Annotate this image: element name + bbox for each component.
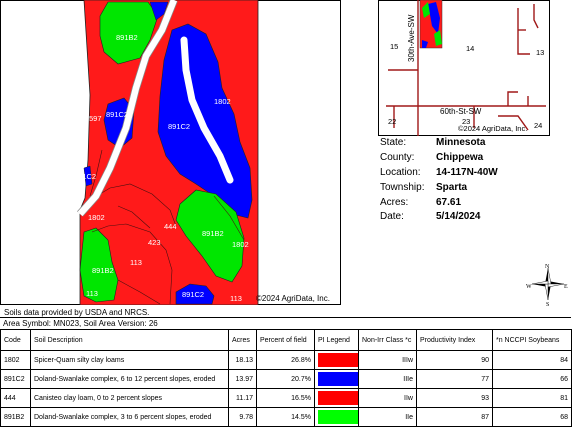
cell-class: IIw [358, 388, 417, 408]
cell-description: Doland-Swanlake complex, 3 to 6 percent … [30, 407, 229, 427]
road-label-30th-ave: 30th-Ave-SW [407, 14, 416, 62]
township-value: Sparta [436, 182, 468, 193]
legend-swatch [318, 372, 358, 386]
cell-class: IIIw [358, 350, 417, 370]
legend-swatch [318, 353, 358, 367]
compass-e: E [564, 284, 568, 290]
county-label: County: [380, 152, 415, 163]
cell-pi: 93 [416, 388, 493, 408]
col-header-code: Code [0, 329, 31, 351]
soil-unit-label: 1802 [88, 213, 105, 222]
table-header-row: Code Soil Description Acres Percent of f… [0, 329, 572, 351]
cell-legend [314, 369, 359, 389]
compass-n: N [545, 264, 550, 270]
cell-class: IIIe [358, 369, 417, 389]
state-value: Minnesota [436, 137, 486, 148]
soil-map[interactable]: 891B2 597 891C2 891C2 1802 891C2 1802 444423 891… [0, 0, 372, 305]
date-value: 5/14/2024 [436, 211, 481, 222]
acres-label: Acres: [380, 197, 409, 208]
north-arrow-compass: N S E W [526, 264, 568, 306]
state-label: State: [380, 137, 407, 148]
legend-swatch [318, 391, 358, 405]
cell-nccpi: 81 [492, 388, 572, 408]
compass-s: S [546, 302, 549, 306]
soil-unit-label: 1802 [214, 97, 231, 106]
soil-unit-label: 444 [164, 222, 177, 231]
cell-pi: 87 [416, 407, 493, 427]
cell-code: 891B2 [0, 407, 31, 427]
legend-swatch [318, 410, 358, 424]
table-row: 891C2 Doland-Swanlake complex, 6 to 12 pe… [0, 369, 572, 389]
cell-acres: 9.78 [228, 407, 257, 427]
compass-w: W [526, 284, 532, 290]
col-header-legend: PI Legend [314, 329, 359, 351]
cell-code: 891C2 [0, 369, 31, 389]
cell-pi: 90 [416, 350, 493, 370]
section-24: 24 [534, 121, 542, 130]
section-14: 14 [466, 44, 474, 53]
cell-description: Canisteo clay loam, 0 to 2 percent slope… [30, 388, 229, 408]
cell-nccpi: 84 [492, 350, 572, 370]
soil-unit-label: 113 [130, 258, 142, 267]
divider [0, 317, 571, 318]
cell-legend [314, 350, 359, 370]
acres-value: 67.61 [436, 197, 462, 208]
soil-unit-label: 1802 [232, 240, 249, 249]
table-row: 1802 Spicer-Quam silty clay loams 18.13 26.… [0, 350, 572, 370]
cell-description: Doland-Swanlake complex, 6 to 12 percent… [30, 369, 229, 389]
map-copyright: ©2024 AgriData, Inc. [256, 294, 330, 303]
cell-legend [314, 388, 359, 408]
section-22: 22 [388, 117, 396, 126]
table-row: 444 Canisteo clay loam, 0 to 2 percent sl… [0, 388, 572, 408]
soil-unit-label: 113 [230, 294, 242, 303]
soil-unit-label: 597 [89, 114, 102, 123]
soil-table: Code Soil Description Acres Percent of f… [0, 329, 572, 427]
source-note: Soils data provided by USDA and NRCS. [4, 308, 150, 317]
location-value: 14-117N-40W [436, 167, 498, 178]
soil-unit-label: 423 [148, 238, 161, 247]
cell-acres: 11.17 [228, 388, 257, 408]
cell-percent: 14.5% [256, 407, 315, 427]
col-header-acres: Acres [228, 329, 257, 351]
col-header-class: Non-Irr Class *c [358, 329, 417, 351]
soil-unit-label: 891B2 [92, 266, 114, 275]
county-value: Chippewa [436, 152, 484, 163]
soil-unit-label: 891B2 [116, 33, 138, 42]
soil-unit-label: 113 [86, 289, 98, 298]
cell-legend [314, 407, 359, 427]
section-15: 15 [390, 42, 398, 51]
col-header-pi: Productivity Index [416, 329, 493, 351]
section-13: 13 [536, 48, 544, 57]
cell-acres: 13.97 [228, 369, 257, 389]
soil-unit-label: 891C2 [74, 172, 96, 181]
cell-percent: 20.7% [256, 369, 315, 389]
locator-map[interactable]: 30th-Ave-SW 60th-St-SW 15 14 13 22 23 24… [378, 0, 550, 136]
cell-percent: 16.5% [256, 388, 315, 408]
cell-class: IIe [358, 407, 417, 427]
area-symbol: Area Symbol: MN023, Soil Area Version: 2… [3, 319, 158, 328]
date-label: Date: [380, 211, 404, 222]
table-row: 891B2 Doland-Swanlake complex, 3 to 6 per… [0, 407, 572, 427]
soil-unit-label: 891B2 [202, 229, 224, 238]
locator-copyright: ©2024 AgriData, Inc. [458, 124, 527, 133]
locator-field [419, 0, 443, 49]
cell-percent: 26.8% [256, 350, 315, 370]
cell-acres: 18.13 [228, 350, 257, 370]
cell-nccpi: 68 [492, 407, 572, 427]
soil-unit-label: 891C2 [106, 110, 128, 119]
township-label: Township: [380, 182, 425, 193]
cell-pi: 77 [416, 369, 493, 389]
soil-unit-label: 891C2 [168, 122, 190, 131]
cell-code: 1802 [0, 350, 31, 370]
cell-description: Spicer-Quam silty clay loams [30, 350, 229, 370]
cell-nccpi: 66 [492, 369, 572, 389]
col-header-percent: Percent of field [256, 329, 315, 351]
col-header-description: Soil Description [30, 329, 229, 351]
cell-code: 444 [0, 388, 31, 408]
location-label: Location: [380, 167, 421, 178]
col-header-nccpi: *n NCCPI Soybeans [492, 329, 572, 351]
soil-unit-label: 891C2 [182, 290, 204, 299]
road-label-60th-st: 60th-St-SW [440, 107, 482, 116]
